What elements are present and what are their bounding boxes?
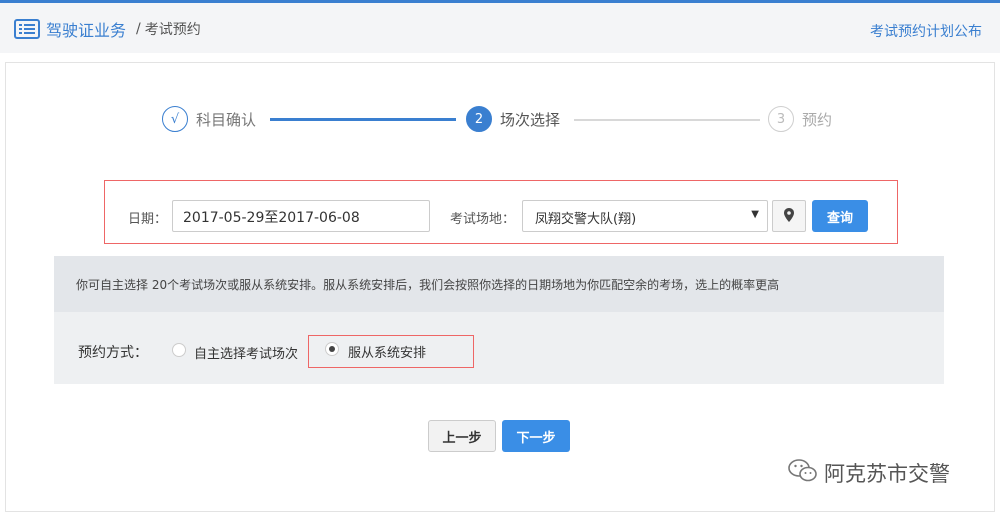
radio-label-system-arrange[interactable]: 服从系统安排 [348,342,426,361]
step-connector-todo [574,119,760,121]
venue-select[interactable]: 凤翔交警大队(翔) ▼ [522,200,768,232]
breadcrumb: 驾驶证业务 / 考试预约 [14,17,201,41]
exam-plan-link[interactable]: 考试预约计划公布 [870,21,982,41]
step-number: 2 [466,106,492,132]
header-bar: 驾驶证业务 / 考试预约 考试预约计划公布 [0,3,1000,53]
step-label: 科目确认 [196,110,257,129]
caret-down-icon: ▼ [751,209,759,220]
step-label: 预约 [802,110,833,129]
step-session-select: 2 场次选择 [466,106,560,132]
list-icon [14,19,40,39]
step-connector-done [270,118,456,121]
date-range-input[interactable]: 2017-05-29至2017-06-08 [172,200,430,232]
radio-system-arrange[interactable] [325,342,339,356]
map-pin-icon [784,207,794,226]
radio-self-select[interactable] [172,343,186,357]
info-text: 你可自主选择 20个考试场次或服从系统安排。服从系统安排后，我们会按照你选择的日… [76,278,780,292]
venue-select-value: 凤翔交警大队(翔) [535,212,637,227]
watermark: 阿克苏市交警 [788,458,950,488]
query-button[interactable]: 查询 [812,200,868,232]
breadcrumb-root[interactable]: 驾驶证业务 [46,17,126,41]
location-button[interactable] [772,200,806,232]
venue-label: 考试场地： [450,212,516,227]
breadcrumb-current: 考试预约 [144,22,201,38]
watermark-text: 阿克苏市交警 [824,462,950,486]
reservation-mode-area: 预约方式： [54,312,944,384]
next-step-button[interactable]: 下一步 [502,420,570,452]
wechat-icon [788,458,818,488]
date-label: 日期： [128,212,168,227]
step-label: 场次选择 [500,110,561,129]
step-reserve: 3 预约 [768,106,832,132]
reservation-mode-label: 预约方式： [78,345,148,361]
info-bar: 你可自主选择 20个考试场次或服从系统安排。服从系统安排后，我们会按照你选择的日… [54,256,944,312]
previous-step-button[interactable]: 上一步 [428,420,496,452]
breadcrumb-separator: / [136,21,141,37]
check-icon: √ [162,106,188,132]
radio-label-self-select[interactable]: 自主选择考试场次 [194,343,298,362]
step-subject-confirm: √ 科目确认 [162,106,256,132]
step-number: 3 [768,106,794,132]
